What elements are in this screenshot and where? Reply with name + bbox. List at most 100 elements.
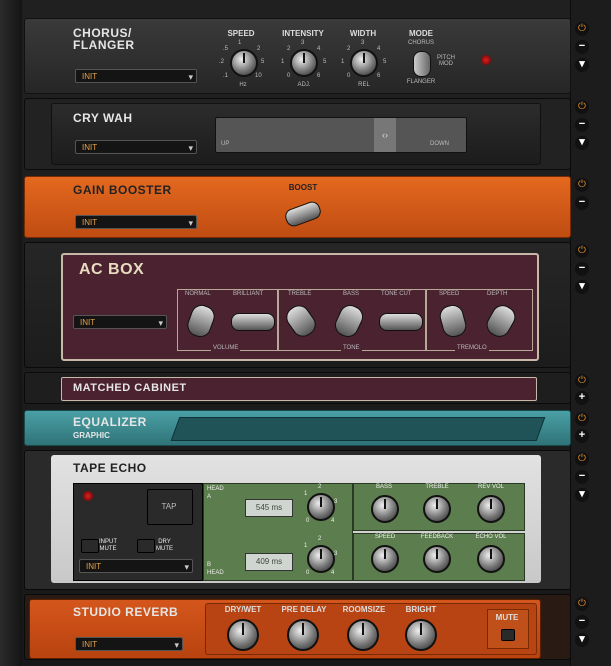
slider-handle[interactable]: ‹› <box>374 118 396 152</box>
speed-knob[interactable] <box>230 49 258 77</box>
tick: 0 <box>306 570 310 576</box>
tone-cut-knob[interactable] <box>379 313 423 331</box>
mute-label: MUTE <box>495 613 519 622</box>
chevron-down-icon[interactable]: ▾ <box>575 280 589 294</box>
brilliant-knob[interactable] <box>231 313 275 331</box>
chevron-down-icon[interactable]: ▾ <box>575 58 589 72</box>
tick: 6 <box>377 73 381 79</box>
width-label: WIDTH <box>349 29 377 38</box>
tremolo-group-label: TREMOLO <box>455 345 489 351</box>
tone-group-label: TONE <box>341 345 362 351</box>
head-b-knob[interactable] <box>307 545 335 573</box>
tick: 1 <box>304 543 308 549</box>
mode-label: MODE <box>409 29 433 38</box>
feedback-knob[interactable] <box>423 545 451 573</box>
tick: 0 <box>347 73 351 79</box>
minus-icon[interactable]: − <box>575 196 589 210</box>
status-led <box>481 55 491 65</box>
bass-knob[interactable] <box>371 495 399 523</box>
head-b-label: B HEAD <box>207 562 224 576</box>
tick: .5 <box>223 46 229 52</box>
mode-chorus-label: CHORUS <box>407 40 434 46</box>
plus-icon[interactable]: + <box>575 429 589 443</box>
mute-button[interactable] <box>501 629 515 641</box>
pre-delay-knob[interactable] <box>287 619 319 651</box>
chevron-down-icon[interactable]: ▾ <box>575 633 589 647</box>
module-title: GAIN BOOSTER <box>73 183 172 197</box>
tick: 1 <box>341 59 345 65</box>
power-icon[interactable]: ⏻ <box>575 244 589 258</box>
tick: 0 <box>287 73 291 79</box>
wah-pedal-slider[interactable]: ‹› <box>215 117 467 153</box>
dry-mute-button[interactable] <box>137 539 155 553</box>
tick: 0 <box>306 518 310 524</box>
width-knob[interactable] <box>350 49 378 77</box>
power-icon[interactable]: ⏻ <box>575 597 589 611</box>
preset-dropdown[interactable]: INIT <box>75 69 197 84</box>
speed-label: SPEED <box>439 291 460 297</box>
tick: .1 <box>223 73 229 79</box>
power-icon[interactable]: ⏻ <box>575 452 589 466</box>
chevron-down-icon[interactable]: ▾ <box>575 488 589 502</box>
feedback-label: FEEDBACK <box>420 534 454 540</box>
plus-icon[interactable]: + <box>575 391 589 405</box>
roomsize-knob[interactable] <box>347 619 379 651</box>
bass-label: BASS <box>343 291 360 297</box>
echo-vol-knob[interactable] <box>477 545 505 573</box>
cry-wah-module: CRY WAH INIT ‹› UP DOWN <box>24 98 571 170</box>
module-controls-column <box>570 0 611 666</box>
dry-mute-label: DRY MUTE <box>156 539 173 552</box>
unit: Hz <box>239 82 247 88</box>
preset-dropdown[interactable]: INIT <box>79 559 193 574</box>
tick: 1 <box>238 40 242 46</box>
intensity-label: INTENSITY <box>282 29 324 38</box>
tick: 10 <box>255 73 262 79</box>
head-b-time-display: 409 ms <box>245 553 293 571</box>
preset-dropdown[interactable]: INIT <box>75 637 183 652</box>
minus-icon[interactable]: − <box>575 262 589 276</box>
tick: 5 <box>323 59 327 65</box>
power-icon[interactable]: ⏻ <box>575 374 589 388</box>
module-title: TAPE ECHO <box>73 461 147 475</box>
tick: 2 <box>318 536 322 542</box>
dry-wet-knob[interactable] <box>227 619 259 651</box>
preset-dropdown[interactable]: INIT <box>75 140 197 155</box>
chevron-down-icon[interactable]: ▾ <box>575 136 589 150</box>
minus-icon[interactable]: − <box>575 40 589 54</box>
power-icon[interactable]: ⏻ <box>575 412 589 426</box>
tick: 2 <box>318 484 322 490</box>
input-mute-button[interactable] <box>81 539 99 553</box>
minus-icon[interactable]: − <box>575 615 589 629</box>
power-icon[interactable]: ⏻ <box>575 100 589 114</box>
power-icon[interactable]: ⏻ <box>575 178 589 192</box>
tick: 4 <box>317 46 321 52</box>
tick: 4 <box>331 570 335 576</box>
preset-dropdown[interactable]: INIT <box>75 215 197 230</box>
mode-switch[interactable] <box>413 51 431 77</box>
volume-group-label: VOLUME <box>211 345 241 351</box>
boost-label: BOOST <box>288 183 318 192</box>
status-led <box>83 491 93 501</box>
input-mute-label: INPUT MUTE <box>99 539 117 552</box>
intensity-knob[interactable] <box>290 49 318 77</box>
boost-knob[interactable] <box>283 199 323 229</box>
pre-delay-label: PRE DELAY <box>281 605 327 614</box>
rev-vol-knob[interactable] <box>477 495 505 523</box>
tick: 2 <box>257 46 261 52</box>
bright-knob[interactable] <box>405 619 437 651</box>
tick: 1 <box>281 59 285 65</box>
preset-dropdown[interactable]: INIT <box>73 315 167 330</box>
treble-knob[interactable] <box>423 495 451 523</box>
dry-wet-label: DRY/WET <box>224 605 262 614</box>
module-subtitle: GRAPHIC <box>73 431 110 440</box>
tick: 3 <box>301 40 305 46</box>
head-a-knob[interactable] <box>307 493 335 521</box>
module-title: CRY WAH <box>73 111 133 125</box>
power-icon[interactable]: ⏻ <box>575 22 589 36</box>
unit: REL <box>358 82 370 88</box>
minus-icon[interactable]: − <box>575 118 589 132</box>
tick: 3 <box>334 499 338 505</box>
eq-graph-display[interactable] <box>170 417 546 441</box>
speed-knob[interactable] <box>371 545 399 573</box>
minus-icon[interactable]: − <box>575 470 589 484</box>
